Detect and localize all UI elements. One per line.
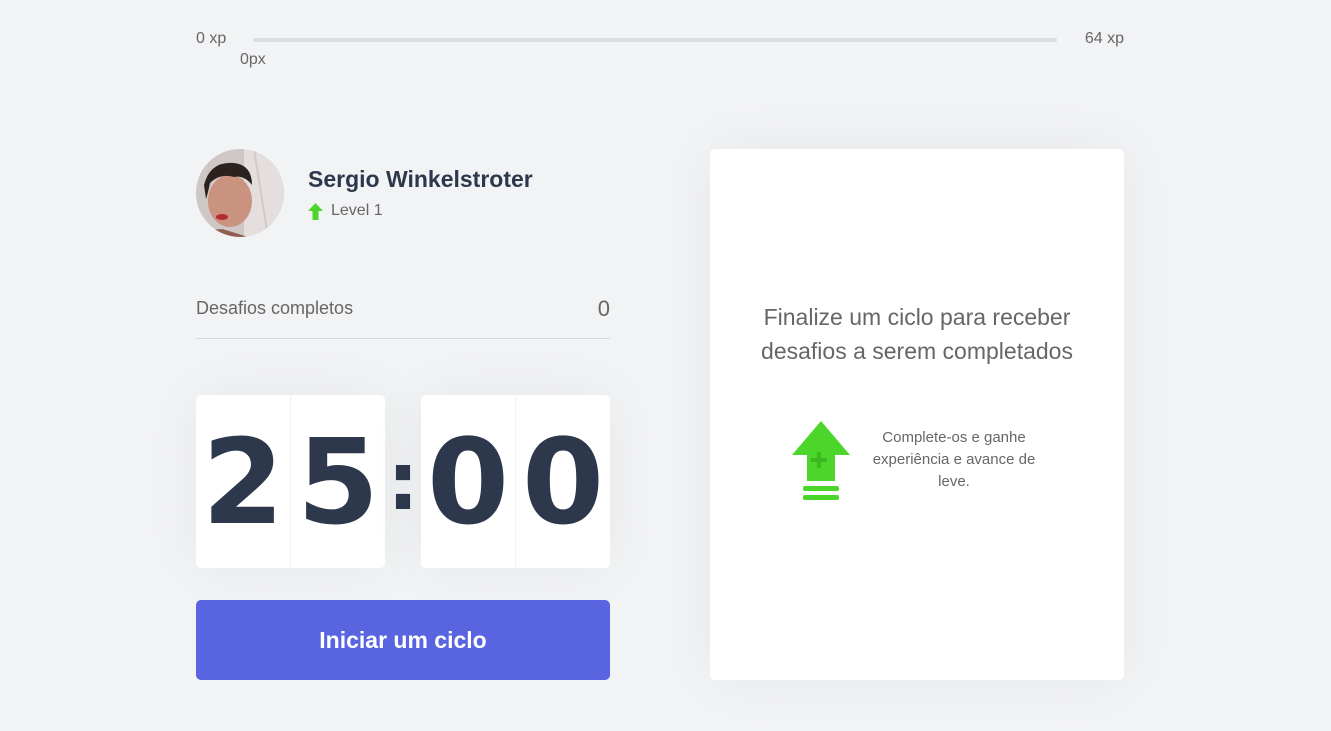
xp-current-label: 0px — [240, 51, 266, 68]
completed-challenges: Desafios completos 0 — [196, 290, 610, 339]
completed-challenges-count: 0 — [597, 296, 610, 321]
app-root: 0 xp 0px 64 xp Sergio Winkelstroter Leve… — [0, 0, 1331, 731]
profile: Sergio Winkelstroter Level 1 — [196, 149, 533, 237]
profile-info: Sergio Winkelstroter Level 1 — [308, 166, 533, 220]
minute-tens-digit: 2 — [196, 395, 291, 568]
challenge-hint: Complete-os e ganhe experiência e avance… — [790, 419, 1044, 501]
countdown: 2 5 : 0 0 — [196, 395, 610, 568]
completed-challenges-label: Desafios completos — [196, 298, 354, 318]
challenge-hint-text: Complete-os e ganhe experiência e avance… — [872, 429, 1036, 490]
xp-track — [253, 38, 1057, 42]
avatar-photo — [196, 149, 284, 237]
challenge-box: Finalize um ciclo para receber desafios … — [710, 149, 1124, 680]
profile-name: Sergio Winkelstroter — [308, 166, 533, 192]
level-up-icon — [792, 421, 850, 500]
start-cycle-button[interactable]: Iniciar um ciclo — [196, 600, 610, 680]
experience-bar: 0 xp 0px 64 xp — [196, 30, 1124, 70]
profile-level: Level 1 — [308, 202, 533, 220]
minute-ones-digit: 5 — [296, 412, 380, 551]
challenge-box-title: Finalize um ciclo para receber desafios … — [761, 304, 1073, 364]
minutes-group: 2 5 — [196, 395, 385, 568]
avatar — [196, 149, 284, 237]
second-tens-digit: 0 — [421, 395, 516, 568]
level-label: Level 1 — [331, 202, 383, 219]
countdown-separator: : — [387, 434, 419, 528]
second-ones-digit: 0 — [521, 412, 605, 551]
xp-min-label: 0 xp — [196, 30, 227, 47]
seconds-group: 0 0 — [421, 395, 610, 568]
level-up-arrow-icon — [308, 202, 323, 220]
xp-max-label: 64 xp — [1084, 30, 1124, 47]
